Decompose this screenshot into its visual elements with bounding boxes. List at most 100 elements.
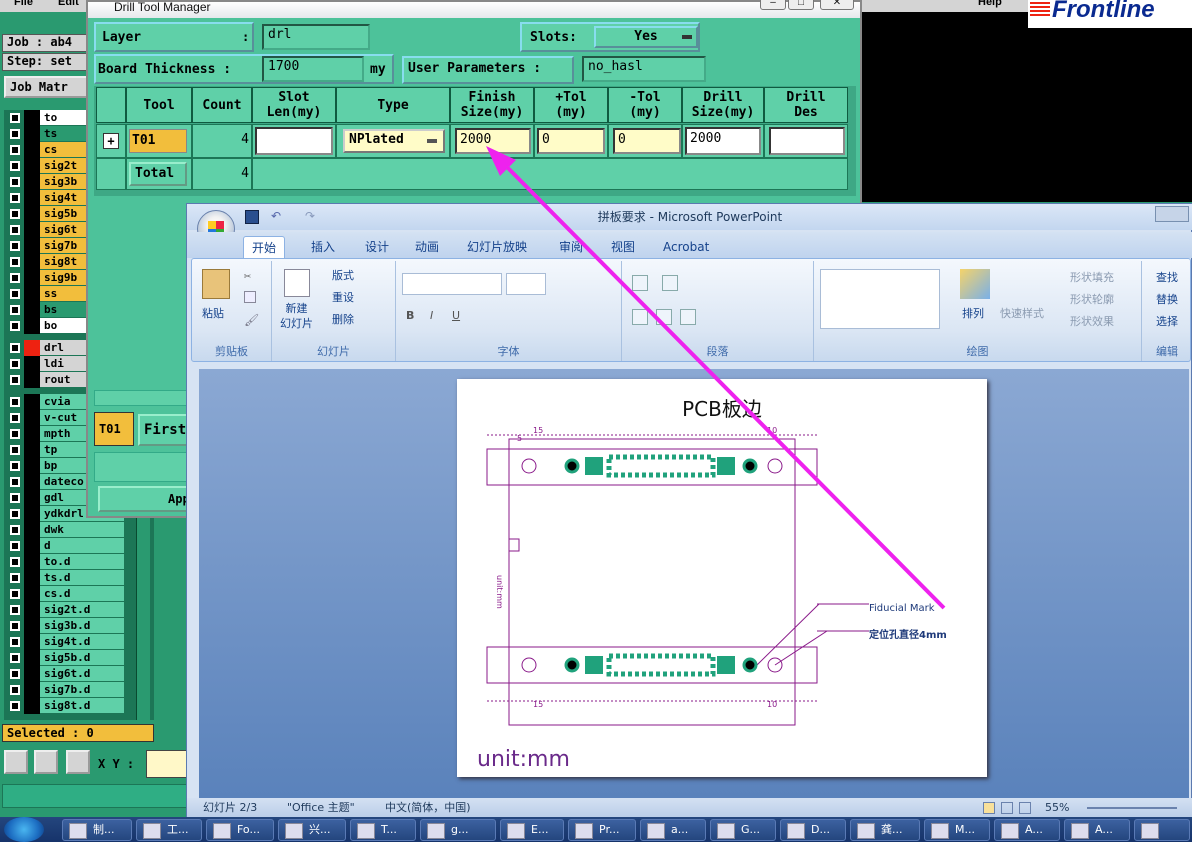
align-center-icon[interactable]	[656, 309, 672, 325]
underline-icon[interactable]: U	[452, 309, 460, 322]
zoom-slider[interactable]	[1087, 807, 1177, 809]
layer-checkbox[interactable]	[10, 605, 20, 615]
layer-checkbox[interactable]	[10, 193, 20, 203]
shape-fill-button[interactable]: 形状填充	[1070, 269, 1114, 285]
layer-checkbox[interactable]	[10, 413, 20, 423]
layer-name[interactable]: sig6t.d	[40, 666, 124, 681]
save-icon[interactable]	[245, 210, 259, 224]
start-button[interactable]	[4, 817, 44, 842]
shape-effects-button[interactable]: 形状效果	[1070, 313, 1114, 329]
menu-edit[interactable]: Edit	[58, 0, 79, 8]
layer-checkbox[interactable]	[10, 445, 20, 455]
tool-t01-button[interactable]: T01	[129, 129, 187, 153]
layer-name[interactable]: sig5b.d	[40, 650, 124, 665]
layer-checkbox[interactable]	[10, 177, 20, 187]
apply-button[interactable]: App	[98, 486, 190, 512]
layer-checkbox[interactable]	[10, 525, 20, 535]
layer-checkbox[interactable]	[10, 557, 20, 567]
new-slide-button[interactable]: 新建 幻灯片	[280, 301, 313, 331]
user-parameters-button[interactable]: User Parameters :	[402, 56, 574, 84]
layer-checkbox[interactable]	[10, 589, 20, 599]
layer-row[interactable]: dwk	[4, 522, 154, 538]
italic-icon[interactable]: I	[430, 309, 433, 322]
layer-checkbox[interactable]	[10, 669, 20, 679]
zoom-tool-icon[interactable]	[4, 750, 28, 774]
align-left-icon[interactable]	[632, 309, 648, 325]
layer-row[interactable]: to.d	[4, 554, 154, 570]
layer-name[interactable]: to.d	[40, 554, 124, 569]
layer-checkbox[interactable]	[10, 461, 20, 471]
job-matrix-button[interactable]: Job Matr	[4, 76, 90, 98]
quick-styles-button[interactable]: 快速样式	[1000, 305, 1044, 321]
layer-name[interactable]: ts.d	[40, 570, 124, 585]
layer-checkbox[interactable]	[10, 359, 20, 369]
layer-checkbox[interactable]	[10, 305, 20, 315]
taskbar-item[interactable]: E...	[500, 819, 564, 841]
layer-checkbox[interactable]	[10, 397, 20, 407]
bold-icon[interactable]: B	[406, 309, 414, 322]
taskbar-item[interactable]: D...	[780, 819, 846, 841]
slots-dropdown[interactable]: Yes	[594, 26, 698, 48]
redo-icon[interactable]: ↷	[303, 210, 317, 224]
layer-checkbox[interactable]	[10, 113, 20, 123]
normal-view-icon[interactable]	[983, 802, 995, 814]
layer-checkbox[interactable]	[10, 637, 20, 647]
layer-checkbox[interactable]	[10, 209, 20, 219]
layer-checkbox[interactable]	[10, 129, 20, 139]
paste-button[interactable]: 粘贴	[202, 305, 224, 321]
numbering-icon[interactable]	[662, 275, 678, 291]
taskbar-item[interactable]: Fo...	[206, 819, 274, 841]
ribbon-tab[interactable]: 审阅	[551, 236, 591, 258]
slot-len-input[interactable]	[255, 127, 333, 155]
layer-name[interactable]: dwk	[40, 522, 124, 537]
maximize-button[interactable]: □	[788, 0, 814, 10]
layer-name[interactable]: sig3b.d	[40, 618, 124, 633]
minimize-button[interactable]: –	[760, 0, 786, 10]
layer-checkbox[interactable]	[10, 375, 20, 385]
bullets-icon[interactable]	[632, 275, 648, 291]
layer-checkbox[interactable]	[10, 429, 20, 439]
layer-row[interactable]: sig8t.d	[4, 698, 154, 714]
layer-name[interactable]: sig4t.d	[40, 634, 124, 649]
taskbar-item[interactable]: M...	[924, 819, 990, 841]
taskbar-item[interactable]: 兴...	[278, 819, 346, 841]
cut-icon[interactable]: ✂	[244, 269, 251, 283]
undo-icon[interactable]: ↶	[269, 210, 283, 224]
layer-name[interactable]: cs.d	[40, 586, 124, 601]
minimize-button[interactable]	[1155, 206, 1189, 222]
layer-name[interactable]: sig8t.d	[40, 698, 124, 713]
layer-row[interactable]: sig2t.d	[4, 602, 154, 618]
layer-checkbox[interactable]	[10, 685, 20, 695]
layer-row[interactable]: sig6t.d	[4, 666, 154, 682]
layer-checkbox[interactable]	[10, 621, 20, 631]
layer-checkbox[interactable]	[10, 477, 20, 487]
ribbon-tab[interactable]: 插入	[303, 236, 343, 258]
taskbar-item[interactable]	[1134, 819, 1190, 841]
layer-name[interactable]: sig2t.d	[40, 602, 124, 617]
layer-checkbox[interactable]	[10, 541, 20, 551]
layer-checkbox[interactable]	[10, 493, 20, 503]
font-name-dropdown[interactable]	[402, 273, 502, 295]
taskbar-item[interactable]: A...	[994, 819, 1060, 841]
font-size-dropdown[interactable]	[506, 273, 546, 295]
select-button[interactable]: 选择	[1156, 313, 1178, 329]
type-dropdown[interactable]: NPlated	[343, 129, 445, 153]
layer-row[interactable]: ts.d	[4, 570, 154, 586]
close-button[interactable]: ✕	[820, 0, 854, 10]
layer-checkbox[interactable]	[10, 289, 20, 299]
shapes-gallery[interactable]	[820, 269, 940, 329]
reset-button[interactable]: 重设	[332, 289, 354, 305]
measure-tool-icon[interactable]	[34, 750, 58, 774]
layer-checkbox[interactable]	[10, 573, 20, 583]
layer-name[interactable]: d	[40, 538, 124, 553]
taskbar-item[interactable]: A...	[1064, 819, 1130, 841]
slideshow-view-icon[interactable]	[1019, 802, 1031, 814]
thickness-input[interactable]: 1700	[262, 56, 364, 82]
layer-checkbox[interactable]	[10, 273, 20, 283]
snap-grid-icon[interactable]	[66, 750, 90, 774]
arrange-button[interactable]: 排列	[962, 305, 984, 321]
menu-file[interactable]: File	[14, 0, 33, 8]
plus-tol-input[interactable]: 0	[537, 128, 605, 154]
h-scrollbar[interactable]	[94, 390, 190, 406]
drill-des-input[interactable]	[769, 127, 845, 155]
